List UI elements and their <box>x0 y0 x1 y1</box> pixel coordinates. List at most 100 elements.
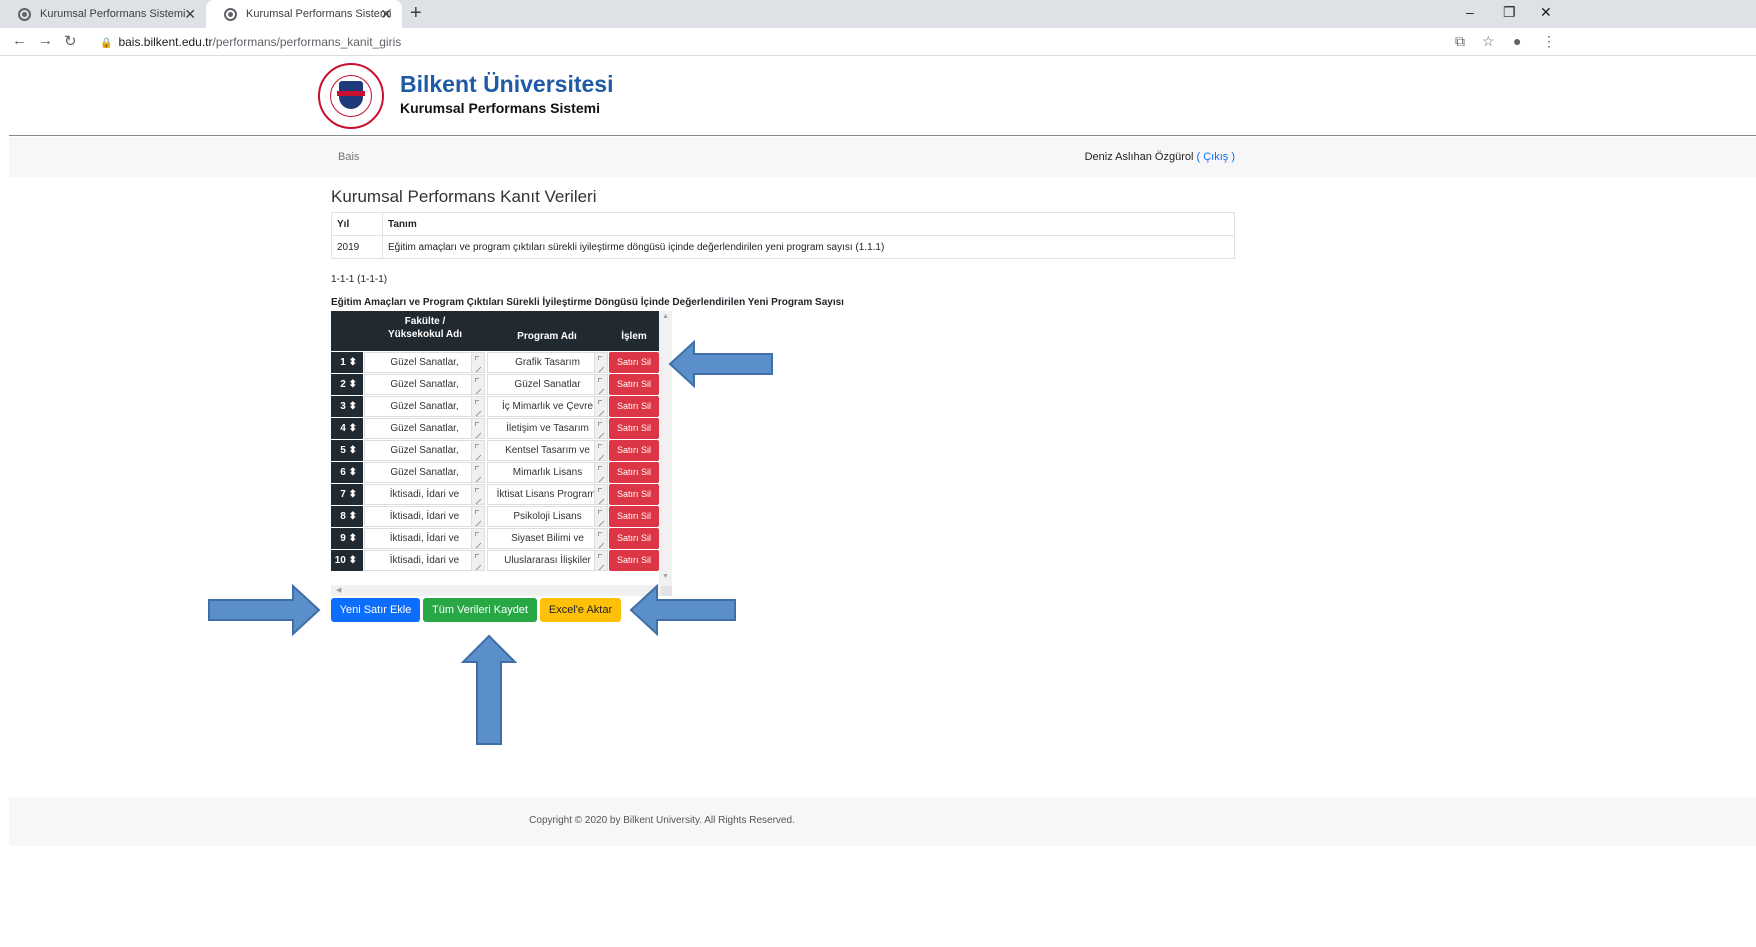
delete-row-button[interactable]: Satırı Sil <box>609 550 659 571</box>
browser-tabbar: Kurumsal Performans Sistemi ✕ Kurumsal P… <box>0 0 1756 28</box>
translate-icon[interactable]: ⧉ <box>1455 33 1465 50</box>
resize-handle-icon[interactable] <box>471 396 485 417</box>
new-tab-icon[interactable]: + <box>410 2 422 25</box>
program-cell[interactable]: Güzel Sanatlar <box>487 374 608 395</box>
breadcrumb[interactable]: Bais <box>338 151 359 163</box>
resize-handle-icon[interactable] <box>471 352 485 373</box>
delete-row-button[interactable]: Satırı Sil <box>609 506 659 527</box>
program-cell[interactable]: İletişim ve Tasarım <box>487 418 608 439</box>
row-number[interactable]: 7 ⬍ <box>331 484 363 505</box>
resize-handle-icon[interactable] <box>594 374 608 395</box>
browser-tab-1[interactable]: Kurumsal Performans Sistemi ✕ <box>0 0 206 28</box>
info-table: Yıl Tanım 2019 Eğitim amaçları ve progra… <box>331 212 1235 259</box>
add-row-button[interactable]: Yeni Satır Ekle <box>331 598 420 622</box>
horizontal-scrollbar[interactable]: ◀ <box>331 585 672 596</box>
sort-icon: ⬍ <box>348 445 357 456</box>
resize-handle-icon[interactable] <box>594 484 608 505</box>
table-row: 1 ⬍ Güzel Sanatlar, Grafik Tasarım Satırı S… <box>331 352 659 374</box>
resize-handle-icon[interactable] <box>594 440 608 461</box>
row-number[interactable]: 8 ⬍ <box>331 506 363 527</box>
resize-handle-icon[interactable] <box>471 462 485 483</box>
program-cell[interactable]: Kentsel Tasarım ve <box>487 440 608 461</box>
header-program: Program Adı <box>517 331 577 342</box>
faculty-cell[interactable]: Güzel Sanatlar, <box>364 374 485 395</box>
row-number[interactable]: 9 ⬍ <box>331 528 363 549</box>
faculty-cell[interactable]: Güzel Sanatlar, <box>364 462 485 483</box>
resize-handle-icon[interactable] <box>471 484 485 505</box>
resize-handle-icon[interactable] <box>471 550 485 571</box>
resize-handle-icon[interactable] <box>471 374 485 395</box>
faculty-cell[interactable]: Güzel Sanatlar, <box>364 396 485 417</box>
faculty-cell[interactable]: İktisadi, İdari ve <box>364 506 485 527</box>
browser-tab-2[interactable]: Kurumsal Performans Sistemi ✕ <box>206 0 402 28</box>
faculty-cell[interactable]: Güzel Sanatlar, <box>364 440 485 461</box>
resize-handle-icon[interactable] <box>594 462 608 483</box>
program-cell[interactable]: Uluslararası İlişkiler <box>487 550 608 571</box>
close-icon[interactable]: ✕ <box>380 6 392 23</box>
close-window-icon[interactable]: ✕ <box>1540 4 1552 21</box>
restore-icon[interactable]: ❐ <box>1503 4 1516 21</box>
resize-handle-icon[interactable] <box>594 506 608 527</box>
back-icon[interactable]: ← <box>12 32 27 49</box>
program-cell[interactable]: İç Mimarlık ve Çevre <box>487 396 608 417</box>
faculty-cell[interactable]: Güzel Sanatlar, <box>364 418 485 439</box>
resize-handle-icon[interactable] <box>594 396 608 417</box>
scroll-down-icon[interactable]: ▼ <box>662 573 669 580</box>
scroll-up-icon[interactable]: ▲ <box>662 313 669 320</box>
program-cell[interactable]: Grafik Tasarım <box>487 352 608 373</box>
sort-icon: ⬍ <box>348 511 357 522</box>
program-cell[interactable]: Siyaset Bilimi ve <box>487 528 608 549</box>
save-all-button[interactable]: Tüm Verileri Kaydet <box>423 598 537 622</box>
row-number[interactable]: 10 ⬍ <box>331 550 363 571</box>
minimize-icon[interactable]: – <box>1466 4 1474 20</box>
close-icon[interactable]: ✕ <box>184 6 196 23</box>
delete-row-button[interactable]: Satırı Sil <box>609 374 659 395</box>
delete-row-button[interactable]: Satırı Sil <box>609 418 659 439</box>
faculty-cell[interactable]: Güzel Sanatlar, <box>364 352 485 373</box>
row-number[interactable]: 2 ⬍ <box>331 374 363 395</box>
menu-icon[interactable]: ⋮ <box>1542 33 1556 50</box>
resize-handle-icon[interactable] <box>594 550 608 571</box>
account-icon[interactable]: ● <box>1513 33 1521 49</box>
star-icon[interactable]: ☆ <box>1482 33 1495 50</box>
row-number[interactable]: 6 ⬍ <box>331 462 363 483</box>
resize-handle-icon[interactable] <box>471 440 485 461</box>
forward-icon[interactable]: → <box>38 32 53 49</box>
export-excel-button[interactable]: Excel'e Aktar <box>540 598 621 622</box>
row-number[interactable]: 5 ⬍ <box>331 440 363 461</box>
resize-handle-icon[interactable] <box>594 418 608 439</box>
program-cell[interactable]: İktisat Lisans Programı <box>487 484 608 505</box>
table-row: 2 ⬍ Güzel Sanatlar, Güzel Sanatlar Satırı S… <box>331 374 659 396</box>
arrow-left-icon <box>668 340 773 388</box>
faculty-cell[interactable]: İktisadi, İdari ve <box>364 550 485 571</box>
program-cell[interactable]: Psikoloji Lisans <box>487 506 608 527</box>
logout-link[interactable]: ( Çıkış ) <box>1197 151 1236 163</box>
reload-icon[interactable]: ↻ <box>64 32 77 50</box>
grid-header: Fakülte / Yüksekokul Adı Program Adı İşl… <box>331 311 659 351</box>
url-field[interactable]: 🔒 bais.bilkent.edu.tr/performans/performa… <box>100 35 401 49</box>
row-number[interactable]: 4 ⬍ <box>331 418 363 439</box>
resize-handle-icon[interactable] <box>471 528 485 549</box>
delete-row-button[interactable]: Satırı Sil <box>609 528 659 549</box>
university-logo <box>318 63 384 129</box>
faculty-cell[interactable]: İktisadi, İdari ve <box>364 528 485 549</box>
resize-handle-icon[interactable] <box>471 418 485 439</box>
header-action: İşlem <box>621 331 647 342</box>
delete-row-button[interactable]: Satırı Sil <box>609 352 659 373</box>
scroll-left-icon[interactable]: ◀ <box>336 586 341 594</box>
globe-icon <box>224 7 237 21</box>
delete-row-button[interactable]: Satırı Sil <box>609 462 659 483</box>
resize-handle-icon[interactable] <box>471 506 485 527</box>
delete-row-button[interactable]: Satırı Sil <box>609 440 659 461</box>
table-row: 10 ⬍ İktisadi, İdari ve Uluslararası İlişk… <box>331 550 659 572</box>
row-number[interactable]: 3 ⬍ <box>331 396 363 417</box>
program-cell[interactable]: Mimarlık Lisans <box>487 462 608 483</box>
faculty-cell[interactable]: İktisadi, İdari ve <box>364 484 485 505</box>
site-header <box>9 57 1756 136</box>
delete-row-button[interactable]: Satırı Sil <box>609 396 659 417</box>
resize-handle-icon[interactable] <box>594 352 608 373</box>
resize-handle-icon[interactable] <box>594 528 608 549</box>
indicator-title: Eğitim Amaçları ve Program Çıktıları Sür… <box>331 297 844 308</box>
delete-row-button[interactable]: Satırı Sil <box>609 484 659 505</box>
row-number[interactable]: 1 ⬍ <box>331 352 363 373</box>
